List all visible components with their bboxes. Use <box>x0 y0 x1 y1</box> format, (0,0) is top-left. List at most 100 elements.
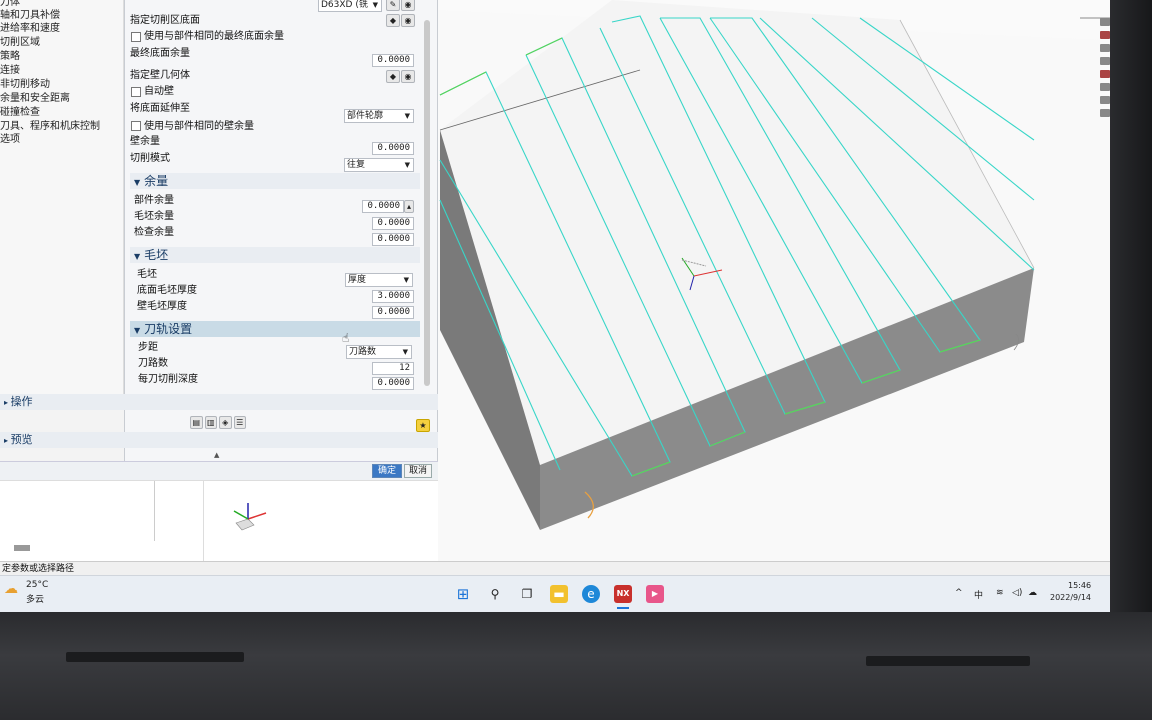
weather-icon[interactable]: ☁ <box>4 581 18 597</box>
stock-section-header[interactable]: ▼ 余量 <box>130 173 420 189</box>
same-floor-stock-label: 使用与部件相同的最终底面余量 <box>144 31 284 42</box>
column-divider <box>154 481 155 541</box>
preview-section[interactable]: ▸ 预览 <box>4 433 33 447</box>
view-tool-icon[interactable] <box>1100 57 1110 65</box>
start-icon[interactable]: ⊞ <box>454 585 472 603</box>
blank-select[interactable]: 厚度 ▼ <box>345 273 413 287</box>
cut-pattern-label: 切削模式 <box>130 153 170 164</box>
stepover-select[interactable]: 刀路数 ▼ <box>346 345 412 359</box>
blank-stock-label: 毛坯余量 <box>134 211 174 222</box>
volume-icon[interactable]: ◁) <box>1012 588 1022 598</box>
mouse-cursor-icon: ☝ <box>342 331 350 345</box>
video-app-icon[interactable]: ▶ <box>646 585 664 603</box>
edge-icon[interactable]: e <box>582 585 600 603</box>
check-stock-label: 检查余量 <box>134 227 174 238</box>
tool-select[interactable]: D63XD (铣 ▼ <box>318 0 382 12</box>
view-tool-icon[interactable] <box>1100 44 1110 52</box>
nav-item[interactable]: 刀具、程序和机床控制 <box>0 120 100 133</box>
same-wall-stock-checkbox[interactable] <box>131 121 141 131</box>
stepper-icon[interactable]: ▴ <box>404 200 414 213</box>
nav-item[interactable]: 切削区域 <box>0 36 40 49</box>
list-icon[interactable]: ☰ <box>233 416 246 429</box>
view-tool-icon[interactable] <box>1100 31 1110 39</box>
tray-overflow-icon[interactable]: ^ <box>955 588 963 598</box>
view-tool-icon[interactable] <box>1100 96 1110 104</box>
generate-icon[interactable]: ▤ <box>190 416 203 429</box>
floor-blank-thickness-label: 底面毛坯厚度 <box>137 285 197 296</box>
nav-item[interactable]: 进给率和速度 <box>0 22 60 35</box>
nx-app-icon[interactable]: NX <box>614 585 632 603</box>
graphics-viewport[interactable] <box>438 0 1110 568</box>
operations-header[interactable] <box>0 394 438 410</box>
wall-stock-input[interactable]: 0.0000 <box>372 142 414 155</box>
weather-desc[interactable]: 多云 <box>26 592 44 605</box>
extend-floor-select[interactable]: 部件轮廓 ▼ <box>344 109 414 123</box>
task-view-icon[interactable]: ❐ <box>518 585 536 603</box>
view-tool-icon[interactable] <box>1100 70 1110 78</box>
collapse-icon: ▼ <box>134 178 141 187</box>
dialog-scrollbar[interactable] <box>424 20 430 386</box>
ok-button[interactable]: 确定 <box>372 464 402 478</box>
status-bar: 定参数或选择路径 <box>0 561 1110 575</box>
num-passes-label: 刀路数 <box>138 358 168 369</box>
collapse-arrow-icon[interactable]: ▲ <box>214 451 219 459</box>
part-stock-input[interactable]: 0.0000 <box>362 200 404 213</box>
clock-time[interactable]: 15:46 <box>1068 581 1091 590</box>
scroll-thumb[interactable] <box>14 545 30 551</box>
nav-item[interactable]: 选项 <box>0 133 20 146</box>
num-passes-input[interactable]: 12 <box>372 362 414 375</box>
check-stock-input[interactable]: 0.0000 <box>372 233 414 246</box>
operation-buttons: ▤ ▥ ◈ ☰ <box>190 416 246 429</box>
nav-item[interactable]: 余量和安全距离 <box>0 92 70 105</box>
nav-item[interactable]: 策略 <box>0 50 20 63</box>
nav-item[interactable]: 轴和刀具补偿 <box>0 9 60 22</box>
lower-panel <box>0 480 438 568</box>
nav-item[interactable]: 非切削移动 <box>0 78 50 91</box>
same-wall-stock-label: 使用与部件相同的壁余量 <box>144 121 254 132</box>
mini-axis-triad <box>233 503 267 531</box>
depth-per-cut-input[interactable]: 0.0000 <box>372 377 414 390</box>
blank-stock-input[interactable]: 0.0000 <box>372 217 414 230</box>
view-tool-icon[interactable] <box>1100 18 1110 26</box>
search-icon[interactable]: ⚲ <box>486 585 504 603</box>
nav-item[interactable]: 连接 <box>0 64 20 77</box>
display-icon[interactable]: ◉ <box>401 0 415 11</box>
floor-blank-thickness-input[interactable]: 3.0000 <box>372 290 414 303</box>
weather-temp[interactable]: 25°C <box>26 580 48 590</box>
final-floor-stock-input[interactable]: 0.0000 <box>372 54 414 67</box>
file-explorer-icon[interactable]: ▬ <box>550 585 568 603</box>
cancel-button[interactable]: 取消 <box>404 464 432 478</box>
same-floor-stock-checkbox[interactable] <box>131 32 141 42</box>
help-icon[interactable]: ★ <box>416 419 430 432</box>
nav-item[interactable]: 碰撞检查 <box>0 106 40 119</box>
verify-icon[interactable]: ◈ <box>219 416 232 429</box>
wifi-icon[interactable]: ≋ <box>996 588 1004 598</box>
view-tool-icon[interactable] <box>1100 109 1110 117</box>
navigator-details <box>0 481 204 561</box>
active-indicator <box>617 607 629 609</box>
operations-section[interactable]: ▸ 操作 <box>4 395 33 409</box>
select-floor-icon[interactable]: ◆ <box>386 14 400 27</box>
display-wall-icon[interactable]: ◉ <box>401 70 415 83</box>
clock-date[interactable]: 2022/9/14 <box>1050 593 1091 602</box>
display-floor-icon[interactable]: ◉ <box>401 14 415 27</box>
blank-section-header[interactable]: ▼ 毛坯 <box>130 247 420 263</box>
toolpath-section-header[interactable]: ▼ 刀轨设置 <box>130 321 420 337</box>
nav-item[interactable]: 刀体 <box>0 0 20 9</box>
ime-indicator[interactable]: 中 <box>974 588 983 601</box>
view-tool-icon[interactable] <box>1100 83 1110 91</box>
part-stock-label: 部件余量 <box>134 195 174 206</box>
auto-wall-checkbox[interactable] <box>131 87 141 97</box>
replay-icon[interactable]: ▥ <box>204 416 217 429</box>
cloud-icon[interactable]: ☁ <box>1028 588 1037 598</box>
model-canvas[interactable] <box>438 0 1110 568</box>
edit-tool-icon[interactable]: ✎ <box>386 0 400 11</box>
final-floor-stock-label: 最终底面余量 <box>130 48 190 59</box>
cut-pattern-select[interactable]: 往复 ▼ <box>344 158 414 172</box>
collapse-icon: ▼ <box>134 252 141 261</box>
monitor-bezel-right <box>1110 0 1152 620</box>
preview-header[interactable] <box>0 432 438 448</box>
select-wall-icon[interactable]: ◆ <box>386 70 400 83</box>
wall-blank-thickness-input[interactable]: 0.0000 <box>372 306 414 319</box>
laptop-base <box>0 612 1152 720</box>
